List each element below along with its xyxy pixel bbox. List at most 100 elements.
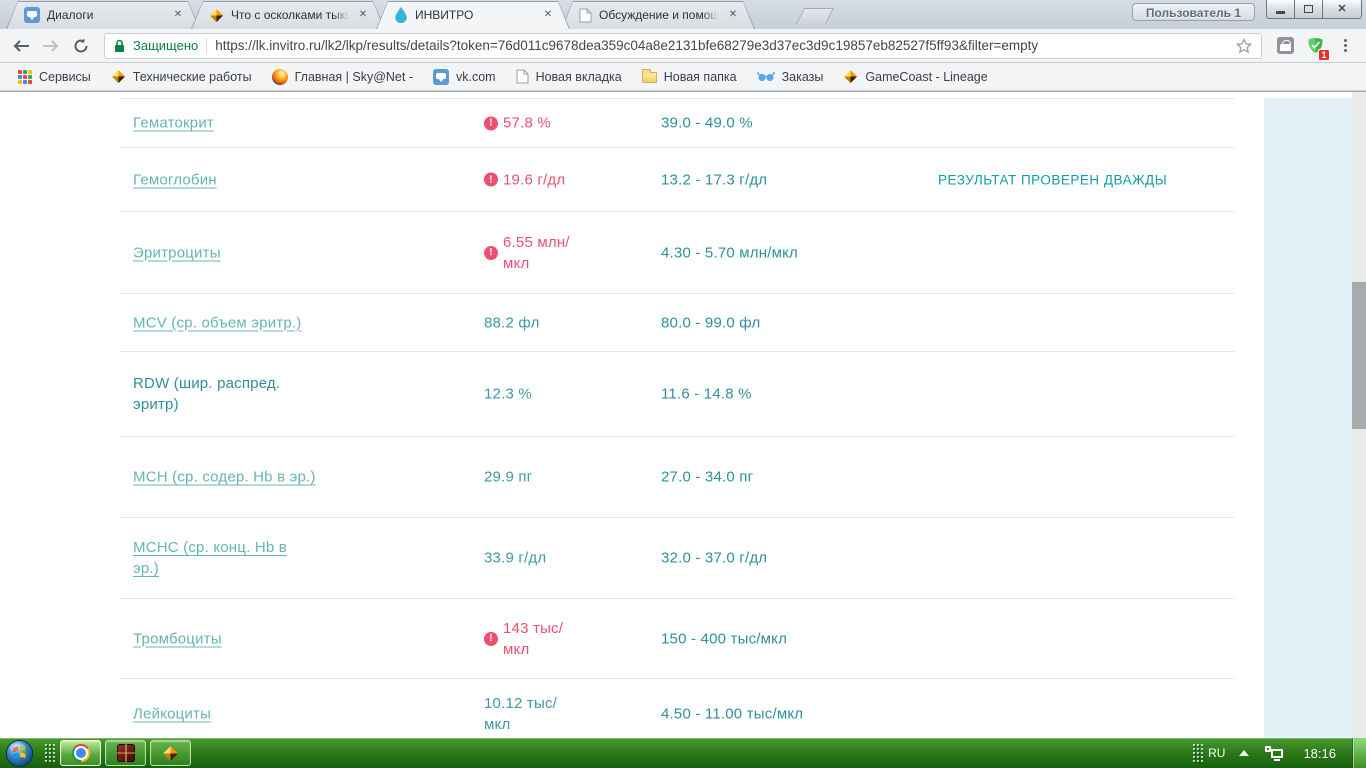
tab-title: Обсуждение и помощь [599, 8, 720, 22]
extension-button-adguard[interactable]: 1 [1302, 33, 1328, 59]
extension-button-store[interactable] [1272, 33, 1298, 59]
analyte-link[interactable]: MCH (ср. содер. Hb в эр.) [133, 469, 316, 486]
bookmark-star-icon[interactable] [1236, 38, 1252, 54]
tab-close-icon[interactable]: ✕ [172, 9, 184, 21]
browser-tab[interactable]: Диалоги ✕ [6, 1, 200, 29]
analyte-link[interactable]: Гемоглобин [133, 171, 217, 188]
back-button[interactable] [8, 33, 34, 59]
bookmark-label: Новая вкладка [536, 70, 622, 84]
browser-tab[interactable]: Что с осколками тыкв ?✕ [191, 1, 385, 29]
bookmark-label: Новая папка [664, 70, 737, 84]
browser-menu-button[interactable] [1332, 33, 1358, 59]
bookmark-label: Главная | Sky@Net - [295, 70, 413, 84]
invitro-drop-icon [394, 7, 408, 23]
minimize-icon [1276, 11, 1285, 14]
profile-button[interactable]: Пользователь 1 [1132, 3, 1255, 21]
forward-icon [42, 39, 60, 53]
reference-range: 39.0 - 49.0 % [661, 115, 753, 132]
bookmark-item[interactable]: Новая вкладка [506, 66, 632, 88]
bag-extension-icon [1277, 37, 1294, 54]
analyte-link[interactable]: MCHC (ср. конц. Hb в эр.) [133, 539, 287, 577]
folder-icon [642, 72, 657, 83]
browser-tab[interactable]: Обсуждение и помощь ✕ [561, 1, 755, 29]
taskbar-chrome-button[interactable] [60, 740, 101, 766]
clock[interactable]: 18:16 [1303, 746, 1336, 761]
page-side-panel [1264, 98, 1352, 738]
extension-badge: 1 [1318, 49, 1330, 61]
browser-tab[interactable]: ИНВИТРО ✕ [376, 1, 570, 29]
analyte-link[interactable]: Тромбоциты [133, 630, 222, 647]
page-content: Гематокрит !57.8 % 39.0 - 49.0 % Гемоглобин… [0, 91, 1366, 738]
results-table: Гематокрит !57.8 % 39.0 - 49.0 % Гемоглобин… [120, 92, 1235, 738]
result-value: 10.12 тыс/​мкл [484, 693, 606, 735]
reference-range: 11.6 - 14.8 % [661, 386, 752, 403]
bookmark-label: Заказы [782, 70, 824, 84]
result-value: !19.6 г/​дл [484, 169, 606, 190]
reload-icon [73, 38, 89, 54]
result-row: RDW (шир. распред. эритр)12.3 %11.6 - 14… [120, 351, 1235, 436]
start-button[interactable] [5, 739, 34, 768]
taskbar: RU 18:16 [0, 738, 1366, 768]
analyte-link[interactable]: Гематокрит [133, 115, 214, 132]
show-hidden-icons-caret[interactable] [1239, 750, 1249, 756]
taskbar-game-button[interactable] [105, 740, 146, 766]
analyte-name: Гематокрит [133, 113, 317, 134]
reference-range: 32.0 - 37.0 г/дл [661, 550, 767, 567]
scrollbar-thumb[interactable] [1352, 282, 1366, 429]
analyte-name: MCV (ср. объем эритр.) [133, 312, 317, 333]
result-row: Гемоглобин !19.6 г/​дл 13.2 - 17.3 г/дл РЕЗ… [120, 147, 1235, 211]
restore-icon [1304, 5, 1313, 13]
bookmarks-bar: Сервисы Технические работы Главная | Sky@N… [0, 63, 1366, 91]
close-button[interactable]: ✕ [1322, 0, 1362, 19]
tab-close-icon[interactable]: ✕ [727, 9, 739, 21]
show-desktop-button[interactable] [1352, 738, 1366, 768]
url-text[interactable]: https://lk.invitro.ru/lk2/lkp/results/de… [215, 38, 1228, 53]
address-bar[interactable]: Защищено https://lk.invitro.ru/lk2/lkp/r… [104, 33, 1262, 59]
forward-button[interactable] [38, 33, 64, 59]
bookmark-item[interactable]: vk.com [423, 66, 506, 88]
game-app-icon [117, 744, 135, 762]
analyte-name: Эритроциты [133, 242, 317, 263]
close-icon: ✕ [1337, 4, 1346, 15]
result-value: !57.8 % [484, 113, 606, 134]
tab-title: ИНВИТРО [415, 8, 535, 22]
bookmark-item[interactable]: GameCoast - Lineage [833, 66, 997, 88]
window-controls: ✕ [1267, 0, 1362, 19]
taskbar-grip [44, 743, 55, 763]
analyte-name: MCHC (ср. конц. Hb в эр.) [133, 537, 317, 579]
tab-title: Диалоги [47, 8, 165, 22]
network-icon[interactable] [1265, 746, 1283, 761]
firefox-icon [272, 69, 288, 85]
back-icon [12, 39, 30, 53]
result-value: 12.3 % [484, 384, 606, 405]
reload-button[interactable] [68, 33, 94, 59]
bookmark-item[interactable]: Сервисы [8, 66, 101, 88]
bookmark-item[interactable]: Заказы [747, 66, 834, 88]
result-value: !143 тыс/​мкл [484, 618, 606, 660]
language-indicator[interactable]: RU [1208, 746, 1225, 760]
reference-range: 13.2 - 17.3 г/дл [661, 171, 767, 188]
glasses-icon [757, 71, 775, 82]
result-row: MCH (ср. содер. Hb в эр.)29.9 пг27.0 - 3… [120, 436, 1235, 517]
vk-chat-icon [433, 69, 449, 85]
tab-close-icon[interactable]: ✕ [542, 9, 554, 21]
verified-note: РЕЗУЛЬТАТ ПРОВЕРЕН ДВАЖДЫ [938, 172, 1167, 187]
out-of-range-icon: ! [484, 632, 498, 646]
restore-button[interactable] [1294, 0, 1323, 19]
scrollbar-track[interactable] [1352, 92, 1366, 738]
analyte-link[interactable]: Эритроциты [133, 244, 221, 261]
bookmark-item[interactable]: Технические работы [101, 66, 262, 88]
bookmark-label: Технические работы [133, 70, 252, 84]
result-row: Лейкоциты10.12 тыс/​мкл4.50 - 11.00 тыс/… [120, 678, 1235, 738]
analyte-link[interactable]: Лейкоциты [133, 705, 211, 722]
tab-close-icon[interactable]: ✕ [357, 9, 369, 21]
bookmark-item[interactable]: Главная | Sky@Net - [262, 66, 423, 88]
reference-range: 27.0 - 34.0 пг [661, 469, 753, 486]
security-label: Защищено [133, 38, 198, 53]
browser-toolbar: Защищено https://lk.invitro.ru/lk2/lkp/r… [0, 29, 1366, 63]
new-tab-button[interactable] [796, 8, 834, 24]
analyte-link[interactable]: MCV (ср. объем эритр.) [133, 314, 301, 331]
minimize-button[interactable] [1266, 0, 1295, 19]
bookmark-item[interactable]: Новая папка [632, 66, 747, 88]
taskbar-gamecoast-button[interactable] [150, 740, 191, 766]
